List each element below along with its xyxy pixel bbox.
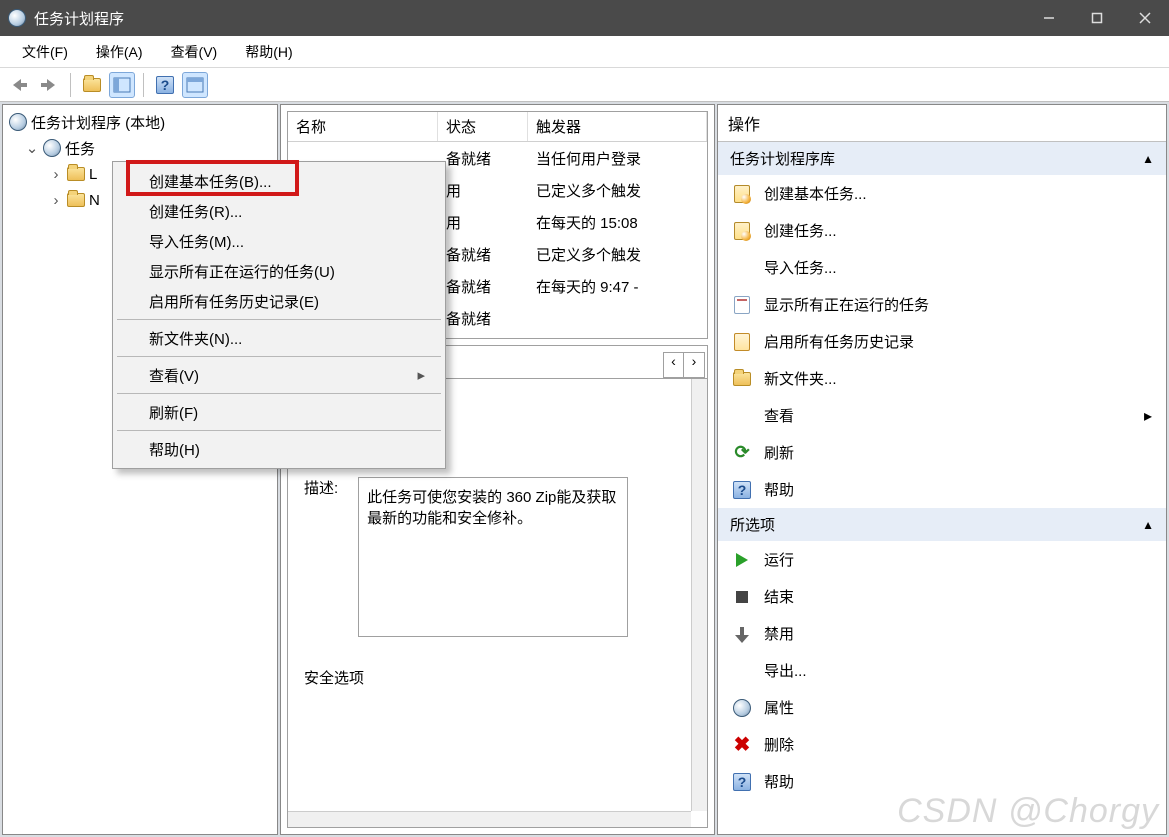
tab-scroll-right[interactable]: › [684,353,704,377]
chevron-right-icon: ▸ [417,366,425,384]
help-button[interactable]: ? [152,72,178,98]
folder-icon [83,78,101,92]
action-export[interactable]: 导出... [718,652,1166,689]
actions-group-library[interactable]: 任务计划程序库 ▲ [718,142,1166,175]
close-button[interactable] [1121,0,1169,36]
task-icon [734,185,750,203]
action-create[interactable]: 创建任务... [718,212,1166,249]
play-icon [736,553,748,567]
col-status[interactable]: 状态 [438,112,528,141]
action-delete[interactable]: ✖删除 [718,726,1166,763]
menu-separator [117,356,441,357]
tab-scroll-left[interactable]: ‹ [664,353,684,377]
action-new-folder[interactable]: 新文件夹... [718,360,1166,397]
stop-icon [736,591,748,603]
app-icon [8,9,26,27]
menu-separator [117,319,441,320]
actions-group-selected[interactable]: 所选项 ▲ [718,508,1166,541]
context-menu[interactable]: 创建基本任务(B)... 创建任务(R)... 导入任务(M)... 显示所有正… [112,161,446,469]
col-trigger[interactable]: 触发器 [528,112,707,141]
tree-library-label: 任务 [65,138,95,159]
delete-icon: ✖ [732,735,752,755]
description-box[interactable]: 此任务可使您安装的 360 Zip能及获取最新的功能和安全修补。 [358,477,628,637]
toolbar: ? [0,68,1169,102]
chevron-right-icon: ▸ [1144,406,1152,426]
list-icon [734,333,750,351]
ctx-show-running[interactable]: 显示所有正在运行的任务(U) [115,256,443,286]
tree-item-label: L [89,166,97,183]
action-help2[interactable]: ?帮助 [718,763,1166,800]
folder-icon [733,372,751,386]
menu-view[interactable]: 查看(V) [157,38,232,66]
clock-icon [43,139,61,157]
toolbar-separator [70,73,71,97]
security-label: 安全选项 [304,667,364,688]
action-view[interactable]: 查看▸ [718,397,1166,434]
folder-icon [67,193,85,207]
expand-toggle[interactable]: ⌄ [25,139,39,157]
ctx-refresh[interactable]: 刷新(F) [115,397,443,427]
action-help[interactable]: ?帮助 [718,471,1166,508]
down-arrow-icon [737,629,747,639]
actions-title: 操作 [718,105,1166,142]
tree-library[interactable]: ⌄ 任务 [5,135,275,161]
toolbar-separator [143,73,144,97]
tab-scroll[interactable]: ‹› [663,352,705,378]
action-enable-history[interactable]: 启用所有任务历史记录 [718,323,1166,360]
action-show-running[interactable]: 显示所有正在运行的任务 [718,286,1166,323]
action-disable[interactable]: 禁用 [718,615,1166,652]
help-icon: ? [733,481,751,499]
action-refresh[interactable]: ⟳刷新 [718,434,1166,471]
menu-bar: 文件(F) 操作(A) 查看(V) 帮助(H) [0,36,1169,68]
vertical-scrollbar[interactable] [691,379,707,811]
minimize-button[interactable] [1025,0,1073,36]
ctx-import[interactable]: 导入任务(M)... [115,226,443,256]
help-icon: ? [156,76,174,94]
action-import[interactable]: 导入任务... [718,249,1166,286]
action-properties[interactable]: 属性 [718,689,1166,726]
ctx-new-folder[interactable]: 新文件夹(N)... [115,323,443,353]
action-create-basic[interactable]: 创建基本任务... [718,175,1166,212]
col-name[interactable]: 名称 [288,112,438,141]
up-folder-button[interactable] [79,72,105,98]
actions-pane: 操作 任务计划程序库 ▲ 创建基本任务... 创建任务... 导入任务... 显… [717,104,1167,835]
menu-file[interactable]: 文件(F) [8,38,82,66]
clock-icon [733,699,751,717]
back-button[interactable] [6,72,32,98]
show-action-pane-button[interactable] [109,72,135,98]
tree-item-label: N [89,192,100,209]
tree-root[interactable]: 任务计划程序 (本地) [5,109,275,135]
collapse-icon: ▲ [1142,518,1154,532]
ctx-help[interactable]: 帮助(H) [115,434,443,464]
description-label: 描述: [304,477,338,637]
folder-icon [67,167,85,181]
tree-root-label: 任务计划程序 (本地) [31,112,165,133]
maximize-button[interactable] [1073,0,1121,36]
action-run[interactable]: 运行 [718,541,1166,578]
ctx-create[interactable]: 创建任务(R)... [115,196,443,226]
task-icon [734,222,750,240]
collapse-icon: ▲ [1142,152,1154,166]
menu-help[interactable]: 帮助(H) [231,38,306,66]
sheet-icon [734,296,750,314]
help-icon: ? [733,773,751,791]
clock-icon [9,113,27,131]
menu-action[interactable]: 操作(A) [82,38,157,66]
horizontal-scrollbar[interactable] [288,811,691,827]
expand-toggle[interactable]: › [49,192,63,209]
ctx-enable-history[interactable]: 启用所有任务历史记录(E) [115,286,443,316]
menu-separator [117,393,441,394]
expand-toggle[interactable]: › [49,166,63,183]
title-bar: 任务计划程序 [0,0,1169,36]
properties-button[interactable] [182,72,208,98]
window-title: 任务计划程序 [34,8,1025,29]
forward-button[interactable] [36,72,62,98]
annotation-highlight [126,160,299,196]
action-end[interactable]: 结束 [718,578,1166,615]
list-header: 名称 状态 触发器 [288,112,707,142]
refresh-icon: ⟳ [732,443,752,463]
menu-separator [117,430,441,431]
ctx-view[interactable]: 查看(V)▸ [115,360,443,390]
